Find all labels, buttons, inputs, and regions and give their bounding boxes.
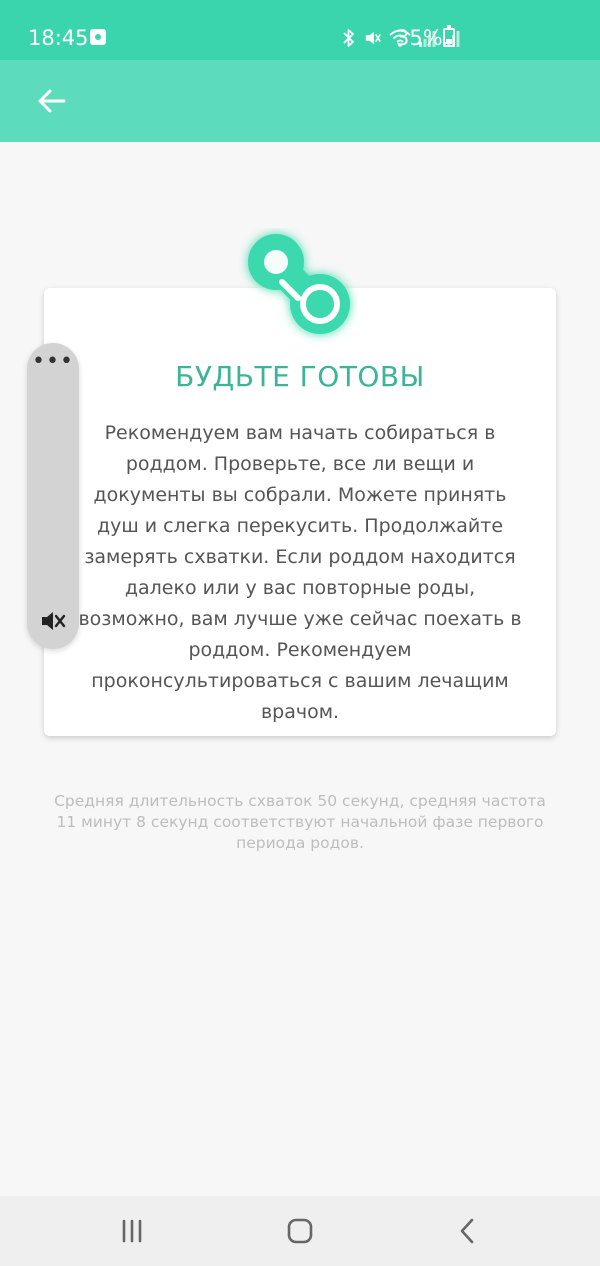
volume-mute-icon[interactable] — [39, 607, 67, 635]
nav-back-icon[interactable] — [448, 1214, 488, 1248]
system-nav-bar — [0, 1196, 600, 1266]
more-options-icon[interactable]: ••• — [27, 351, 79, 381]
home-icon[interactable] — [280, 1214, 320, 1248]
app-notification-icon — [90, 29, 106, 45]
back-button[interactable] — [26, 80, 78, 122]
contraction-summary: Средняя длительность схваток 50 секунд, … — [54, 792, 546, 852]
status-bar: 18:45 35% — [0, 0, 600, 60]
recents-icon[interactable] — [112, 1214, 152, 1248]
status-time: 18:45 — [28, 26, 89, 50]
battery-icon — [443, 25, 455, 47]
app-bar — [0, 60, 600, 142]
pacifier-icon — [248, 234, 350, 334]
arrow-left-icon — [38, 89, 66, 113]
battery-percentage: 35% — [396, 26, 443, 50]
vibrate-mute-icon — [365, 31, 381, 45]
bluetooth-icon — [343, 29, 354, 47]
recommendation-card: БУДЬТЕ ГОТОВЫ Рекомендуем вам начать соб… — [44, 288, 556, 736]
card-title: БУДЬТЕ ГОТОВЫ — [175, 360, 425, 393]
volume-panel[interactable]: ••• — [27, 343, 79, 649]
card-body: Рекомендуем вам начать собираться в родд… — [78, 422, 522, 723]
